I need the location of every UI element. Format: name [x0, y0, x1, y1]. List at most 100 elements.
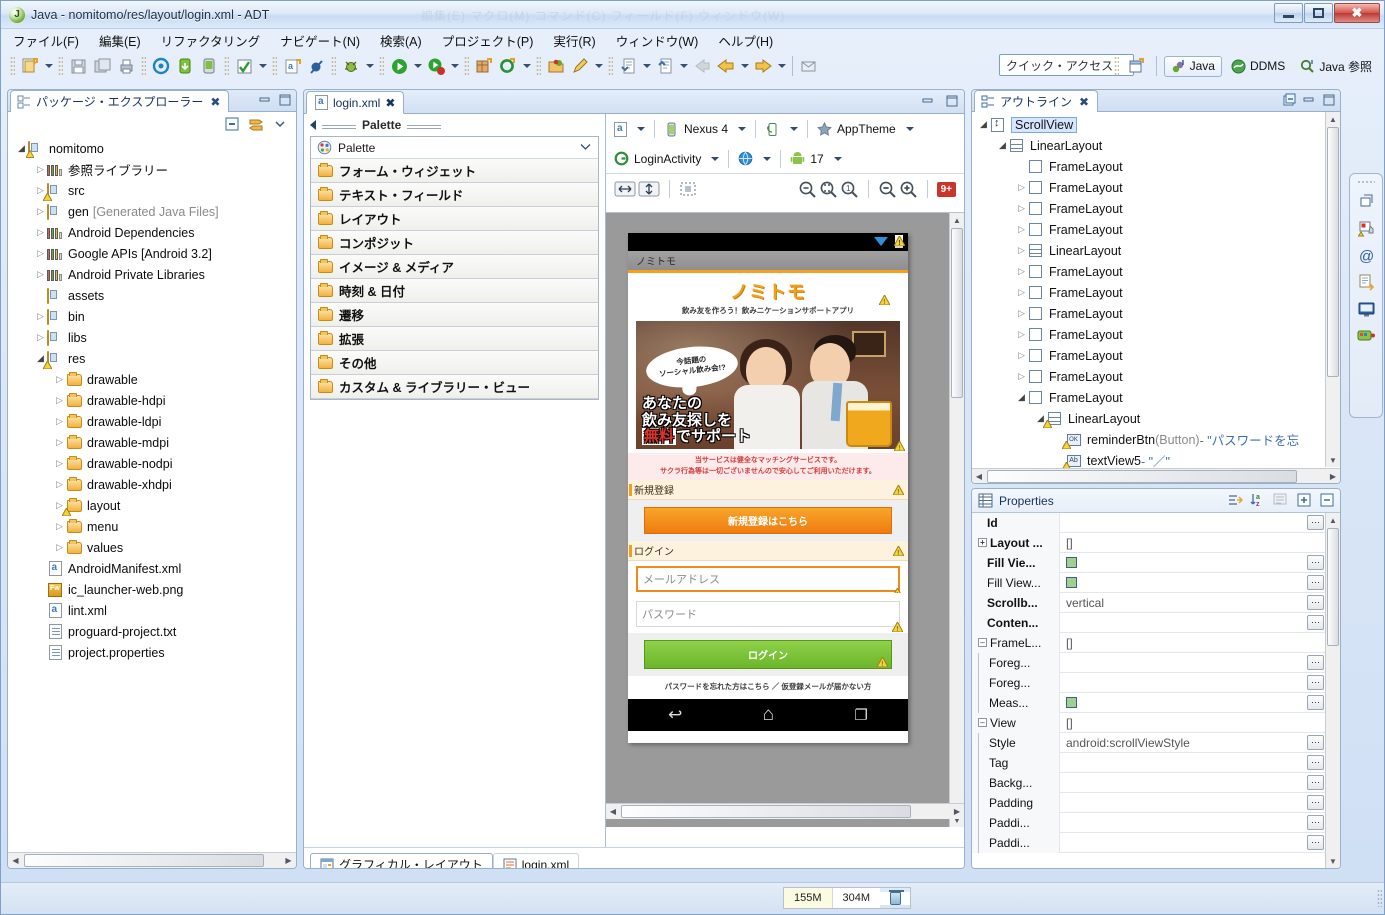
close-button[interactable]: ✖	[1334, 3, 1380, 23]
android-sdk-manager-icon[interactable]	[149, 54, 173, 78]
property-expander[interactable]: –	[978, 718, 987, 727]
save-all-icon[interactable]	[90, 54, 114, 78]
palette-category[interactable]: その他	[311, 351, 598, 375]
scroll-right-arrow[interactable]: ▶	[951, 805, 963, 818]
zoom-out-button[interactable]	[878, 180, 897, 199]
twisty-collapsed-icon[interactable]	[54, 479, 65, 490]
twisty-collapsed-icon[interactable]	[35, 227, 46, 238]
toolbar-grip[interactable]	[608, 56, 613, 76]
twisty-collapsed-icon[interactable]	[1016, 182, 1027, 193]
twisty-collapsed-icon[interactable]	[1016, 266, 1027, 277]
toolbar-grip[interactable]	[464, 56, 469, 76]
palette-category[interactable]: フォーム・ウィジェット	[311, 159, 598, 183]
outline-tree-item[interactable]: FrameLayout	[972, 261, 1340, 282]
property-edit-button[interactable]: ⋯	[1307, 815, 1324, 830]
logcat-view-icon[interactable]	[1356, 326, 1376, 346]
new-wizard-icon[interactable]: ✦	[18, 54, 42, 78]
package-tree-item[interactable]: drawable-hdpi	[8, 390, 296, 411]
outline-tree-item[interactable]: ScrollView	[972, 114, 1340, 135]
scroll-up-arrow[interactable]: ▲	[1327, 514, 1339, 526]
perspective-ddms[interactable]: DDMS	[1225, 57, 1291, 76]
hscroll-thumb[interactable]	[621, 805, 911, 818]
property-expander[interactable]: –	[978, 638, 987, 647]
skip-breakpoints-icon[interactable]	[304, 54, 328, 78]
minimize-icon[interactable]	[1301, 92, 1317, 108]
property-value-cell[interactable]: ⋯	[1060, 673, 1327, 693]
property-row[interactable]: Padding ⋯	[972, 792, 1327, 813]
next-annotation-dropdown[interactable]	[677, 54, 690, 78]
property-row[interactable]: Tag ⋯	[972, 752, 1327, 773]
problems-view-icon[interactable]	[1356, 218, 1376, 238]
run-external-dropdown[interactable]	[448, 54, 461, 78]
package-tree-item[interactable]: drawable-mdpi	[8, 432, 296, 453]
package-tree-item[interactable]: Google APIs [Android 3.2]	[8, 243, 296, 264]
minimize-icon[interactable]	[920, 93, 936, 109]
layout-canvas[interactable]: ノミトモ ノミトモ 飲み友を作ろう！飲みニケーションサポートアプリ ! 今話題の…	[606, 212, 964, 827]
package-tree-item[interactable]: 参照ライブラリー	[8, 159, 296, 180]
toolbar-grip[interactable]	[379, 56, 384, 76]
palette-category[interactable]: レイアウト	[311, 207, 598, 231]
open-perspective-icon[interactable]	[1125, 54, 1149, 78]
menu-item-project[interactable]: プロジェクト(P)	[440, 30, 536, 51]
twisty-collapsed-icon[interactable]	[1016, 329, 1027, 340]
scroll-down-arrow[interactable]: ▼	[1327, 855, 1339, 867]
forward-dropdown[interactable]	[775, 54, 788, 78]
zoom-fit-button[interactable]	[819, 180, 838, 199]
forward-icon[interactable]	[751, 54, 775, 78]
property-row[interactable]: Fill Vie... ⋯	[972, 552, 1327, 573]
twisty-collapsed-icon[interactable]	[35, 269, 46, 280]
property-value-cell[interactable]: vertical ⋯	[1060, 593, 1327, 613]
theme-selector[interactable]: AppTheme	[817, 121, 914, 137]
property-edit-button[interactable]: ⋯	[1307, 575, 1324, 590]
collapse-palette-icon[interactable]	[310, 120, 316, 130]
tab-package-explorer[interactable]: パッケージ・エクスプローラー ✖	[10, 90, 230, 112]
new-package-icon[interactable]	[472, 54, 496, 78]
property-edit-button[interactable]: ⋯	[1307, 755, 1324, 770]
package-tree-item[interactable]: project.properties	[8, 642, 296, 663]
close-icon[interactable]: ✖	[210, 95, 220, 109]
back-icon[interactable]	[714, 54, 738, 78]
property-row[interactable]: – FrameL... []	[972, 632, 1327, 653]
twisty-collapsed-icon[interactable]	[54, 395, 65, 406]
zoom-in-button[interactable]	[899, 180, 918, 199]
email-input[interactable]: メールアドレス	[636, 566, 900, 592]
property-row[interactable]: Paddi... ⋯	[972, 832, 1327, 853]
outline-tree-item[interactable]: FrameLayout	[972, 387, 1340, 408]
toolbar-grip[interactable]	[141, 56, 146, 76]
property-value-cell[interactable]: ⋯	[1060, 833, 1327, 853]
register-button[interactable]: 新規登録はこちら	[644, 507, 892, 534]
run-dropdown[interactable]	[411, 54, 424, 78]
package-tree-item[interactable]: menu	[8, 516, 296, 537]
declaration-view-icon[interactable]	[1356, 272, 1376, 292]
twisty-collapsed-icon[interactable]	[35, 248, 46, 259]
package-tree-item[interactable]: libs	[8, 327, 296, 348]
outline-tree-item[interactable]: FrameLayout	[972, 282, 1340, 303]
maximize-icon[interactable]	[944, 93, 960, 109]
save-icon[interactable]	[66, 54, 90, 78]
property-edit-button[interactable]: ⋯	[1307, 795, 1324, 810]
outline-tree-item[interactable]: FrameLayout	[972, 324, 1340, 345]
vscroll-thumb[interactable]	[1327, 528, 1339, 646]
orientation-selector[interactable]	[765, 122, 798, 137]
locale-selector[interactable]	[738, 151, 771, 166]
menu-item-run[interactable]: 実行(R)	[551, 30, 597, 51]
zoom-100-button[interactable]: 1	[840, 180, 859, 199]
package-tree-item[interactable]: drawable-ldpi	[8, 411, 296, 432]
property-value-cell[interactable]: ⋯	[1060, 693, 1327, 713]
nav-recent-icon[interactable]: ❐	[854, 706, 867, 724]
check-dropdown[interactable]	[256, 54, 269, 78]
new-android-xml-icon[interactable]: a	[280, 54, 304, 78]
outline-tree-item[interactable]: LinearLayout	[972, 240, 1340, 261]
property-value-cell[interactable]: []	[1060, 533, 1327, 553]
toolbar-grip[interactable]	[536, 56, 541, 76]
outline-vscrollbar[interactable]: ▲ ▼	[1325, 112, 1340, 467]
twisty-expanded-icon[interactable]	[978, 119, 989, 130]
toolbar-grip[interactable]	[224, 56, 229, 76]
twisty-collapsed-icon[interactable]	[1016, 350, 1027, 361]
tab-outline[interactable]: アウトライン ✖	[974, 90, 1099, 112]
property-value-cell[interactable]: ⋯	[1060, 553, 1327, 573]
property-edit-button[interactable]: ⋯	[1307, 675, 1324, 690]
menu-item-navigate[interactable]: ナビゲート(N)	[278, 30, 362, 51]
package-tree-item[interactable]: bin	[8, 306, 296, 327]
close-icon[interactable]: ✖	[1079, 95, 1089, 109]
